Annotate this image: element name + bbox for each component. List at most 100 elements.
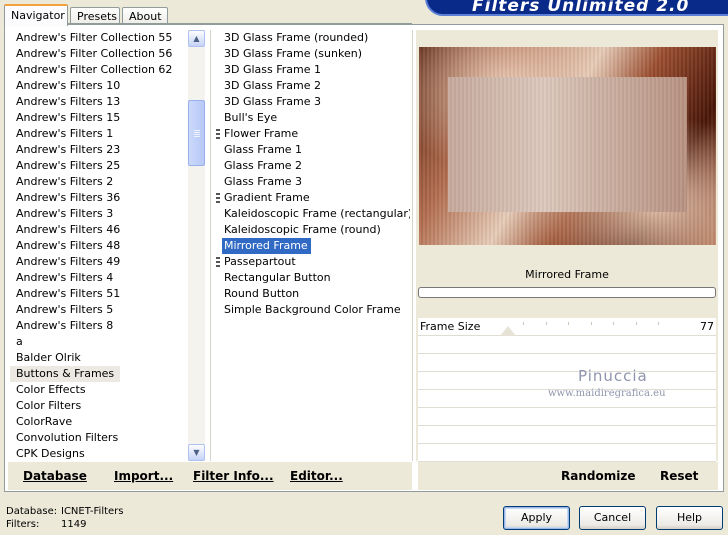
watermark-name: Pinuccia: [578, 367, 648, 385]
category-scrollbar[interactable]: ▲ ▼: [188, 30, 205, 461]
param-label: Frame Size: [420, 320, 481, 333]
import-button[interactable]: Import...: [114, 469, 173, 483]
param-row-empty: [418, 354, 716, 372]
list-divider: [412, 30, 413, 461]
database-button[interactable]: Database: [23, 469, 87, 483]
right-button-bar: Randomize Reset: [418, 462, 718, 490]
filter-item-label: Kaleidoscopic Frame (round): [224, 223, 381, 236]
param-row-empty: [418, 444, 716, 462]
apply-button[interactable]: Apply: [503, 506, 570, 530]
category-item[interactable]: Balder Olrik: [10, 350, 81, 366]
filter-marker-icon: [216, 193, 220, 203]
category-item[interactable]: Andrew's Filters 10: [10, 78, 120, 94]
filter-item[interactable]: Glass Frame 3: [216, 174, 305, 190]
filter-item[interactable]: 3D Glass Frame 1: [216, 62, 324, 78]
param-value: 77: [700, 320, 714, 333]
category-item[interactable]: Andrew's Filters 2: [10, 174, 113, 190]
filter-item-label: Glass Frame 3: [224, 175, 303, 188]
category-item[interactable]: Andrew's Filter Collection 55: [10, 30, 172, 46]
reset-button[interactable]: Reset: [660, 469, 698, 483]
slider-thumb[interactable]: [500, 326, 516, 336]
tab-navigator[interactable]: Navigator: [4, 4, 68, 26]
category-item[interactable]: Andrew's Filters 49: [10, 254, 120, 270]
param-row-empty: [418, 426, 716, 444]
filter-item[interactable]: Rectangular Button: [216, 270, 334, 286]
filter-item[interactable]: Passepartout: [216, 254, 299, 270]
filter-item[interactable]: 3D Glass Frame 3: [216, 94, 324, 110]
filter-item-label: 3D Glass Frame 1: [224, 63, 322, 76]
filter-info-button[interactable]: Filter Info...: [193, 469, 274, 483]
filter-item[interactable]: Flower Frame: [216, 126, 301, 142]
filter-item-label: Kaleidoscopic Frame (rectangular): [224, 207, 410, 220]
filter-item[interactable]: 3D Glass Frame 2: [216, 78, 324, 94]
category-item[interactable]: Andrew's Filters 5: [10, 302, 113, 318]
filter-item-label: Simple Background Color Frame: [224, 303, 401, 316]
arrow-up-icon[interactable]: ▲: [188, 30, 205, 47]
category-item[interactable]: Andrew's Filter Collection 56: [10, 46, 172, 62]
left-button-bar: Database Import... Filter Info... Editor…: [8, 462, 412, 490]
app-title: Filters Unlimited 2.0: [472, 0, 690, 16]
category-item[interactable]: Convolution Filters: [10, 430, 118, 446]
category-item[interactable]: Color Effects: [10, 382, 86, 398]
filter-item-label: Round Button: [224, 287, 300, 300]
filter-list[interactable]: 3D Glass Frame (rounded) 3D Glass Frame (…: [216, 30, 410, 461]
filter-marker-icon: [216, 129, 220, 139]
category-item[interactable]: Andrew's Filters 51: [10, 286, 120, 302]
filter-item-label: Passepartout: [224, 255, 296, 268]
arrow-down-icon[interactable]: ▼: [188, 444, 205, 461]
filter-item-label: Rectangular Button: [224, 271, 331, 284]
filter-item[interactable]: Kaleidoscopic Frame (rectangular): [216, 206, 410, 222]
category-item[interactable]: Buttons & Frames: [10, 366, 121, 382]
status-filters-value: 1149: [61, 519, 87, 530]
preview-image-center: [448, 77, 687, 212]
category-item[interactable]: CPK Designs: [10, 446, 85, 461]
category-list[interactable]: Andrew's Filter Collection 55 Andrew's Fi…: [10, 30, 188, 461]
category-item[interactable]: Andrew's Filters 15: [10, 110, 120, 126]
filter-item[interactable]: Glass Frame 2: [216, 158, 305, 174]
editor-button[interactable]: Editor...: [290, 469, 343, 483]
category-item[interactable]: Andrew's Filters 1: [10, 126, 113, 142]
category-item[interactable]: Andrew's Filters 46: [10, 222, 120, 238]
category-item[interactable]: Andrew's Filters 3: [10, 206, 113, 222]
randomize-button[interactable]: Randomize: [561, 469, 635, 483]
filter-item-label: Glass Frame 2: [224, 159, 303, 172]
filter-item[interactable]: Kaleidoscopic Frame (round): [216, 222, 384, 238]
filter-marker-icon: [216, 257, 220, 267]
filter-item[interactable]: Mirrored Frame: [222, 238, 311, 254]
filter-item[interactable]: Glass Frame 1: [216, 142, 305, 158]
category-item[interactable]: Andrew's Filters 36: [10, 190, 120, 206]
category-item[interactable]: Andrew's Filters 48: [10, 238, 120, 254]
category-item[interactable]: Color Filters: [10, 398, 81, 414]
filter-item-label: 3D Glass Frame (sunken): [224, 47, 362, 60]
watermark-site: www.maidiregrafica.eu: [548, 388, 666, 399]
filter-item[interactable]: 3D Glass Frame (sunken): [216, 46, 365, 62]
filter-item-label: 3D Glass Frame (rounded): [224, 31, 369, 44]
category-item[interactable]: ColorRave: [10, 414, 72, 430]
param-row-frame-size[interactable]: Frame Size 77: [418, 318, 716, 336]
filter-item[interactable]: Round Button: [216, 286, 302, 302]
category-item[interactable]: Andrew's Filters 13: [10, 94, 120, 110]
preview-caption: Mirrored Frame: [418, 264, 716, 286]
filter-item-label: Flower Frame: [224, 127, 299, 140]
cancel-button[interactable]: Cancel: [579, 506, 646, 530]
help-button[interactable]: Help: [656, 506, 723, 530]
filter-item-label: 3D Glass Frame 3: [224, 95, 322, 108]
param-row-empty: [418, 336, 716, 354]
category-item[interactable]: Andrew's Filters 23: [10, 142, 120, 158]
filter-item-label: Glass Frame 1: [224, 143, 303, 156]
scrollbar-thumb[interactable]: [188, 100, 205, 166]
filter-item-label: 3D Glass Frame 2: [224, 79, 322, 92]
category-item[interactable]: a: [10, 334, 23, 350]
category-item[interactable]: Andrew's Filters 4: [10, 270, 113, 286]
category-item[interactable]: Andrew's Filter Collection 62: [10, 62, 172, 78]
filter-item[interactable]: 3D Glass Frame (rounded): [216, 30, 371, 46]
filter-item-label: Bull's Eye: [224, 111, 278, 124]
filter-item[interactable]: Gradient Frame: [216, 190, 313, 206]
filter-item[interactable]: Bull's Eye: [216, 110, 280, 126]
category-item[interactable]: Andrew's Filters 25: [10, 158, 120, 174]
filter-item-label: Mirrored Frame: [224, 239, 308, 252]
filter-item-label: Gradient Frame: [224, 191, 310, 204]
category-item[interactable]: Andrew's Filters 8: [10, 318, 113, 334]
filter-item[interactable]: Simple Background Color Frame: [216, 302, 404, 318]
progress-bar: [418, 287, 716, 298]
